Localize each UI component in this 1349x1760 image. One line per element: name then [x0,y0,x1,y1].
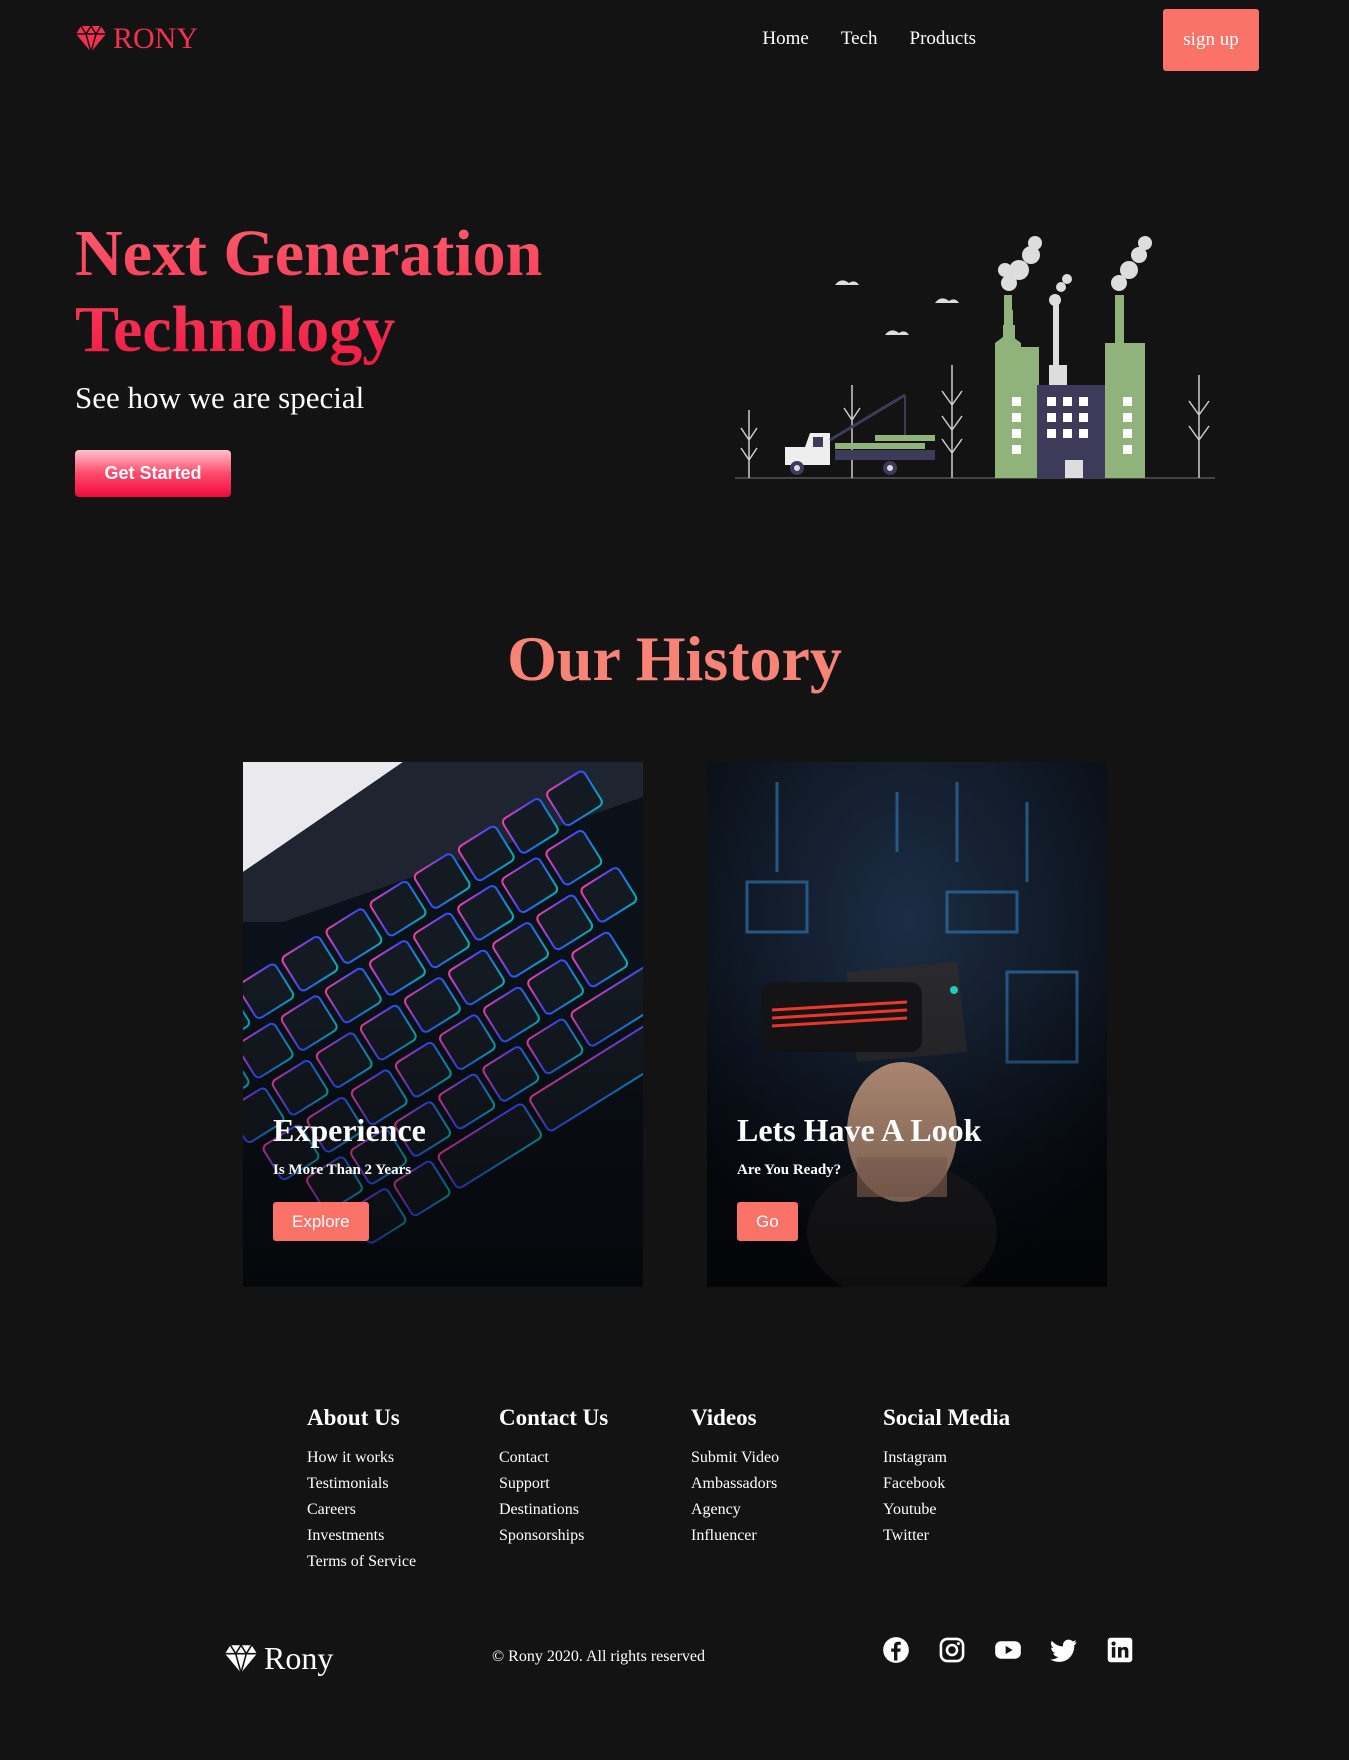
footer-brand-logo[interactable]: Rony [224,1640,333,1677]
hero-title: Next Generation Technology [75,216,635,368]
footer-link[interactable]: Testimonials [307,1471,497,1497]
brand-logo[interactable]: RONY [75,22,198,56]
nav-links: Home Tech Products [762,28,976,50]
twitter-icon[interactable] [1050,1636,1078,1664]
card-title: Lets Have A Look [737,1112,982,1148]
social-icons [882,1636,1134,1664]
diamond-icon [225,1643,257,1674]
navbar: RONY Home Tech Products sign up [0,0,1349,80]
hero-title-line-1: Next Generation [75,217,543,290]
footer-link[interactable]: Submit Video [691,1445,881,1471]
footer-link[interactable]: Ambassadors [691,1471,881,1497]
card-subtitle: Are You Ready? [737,1162,842,1178]
go-button[interactable]: Go [737,1202,798,1241]
instagram-icon[interactable] [938,1636,966,1664]
card-subtitle: Is More Than 2 Years [273,1162,412,1178]
hero-subtitle: See how we are special [75,380,365,415]
footer-heading: Videos [691,1405,757,1430]
footer-link[interactable]: Youtube [883,1497,1073,1523]
brand-name: RONY [113,22,199,55]
footer-column-about: About Us How it works Testimonials Caree… [307,1405,497,1575]
footer-link[interactable]: Agency [691,1497,881,1523]
footer-link[interactable]: Influencer [691,1523,881,1549]
copyright-text: © Rony 2020. All rights reserved [492,1648,706,1665]
footer-link[interactable]: Terms of Service [307,1549,497,1575]
factory-illustration [735,236,1215,479]
footer-link[interactable]: Twitter [883,1523,1073,1549]
footer-link[interactable]: Destinations [499,1497,689,1523]
footer-link[interactable]: Sponsorships [499,1523,689,1549]
footer-brand-name: Rony [264,1640,334,1676]
get-started-button[interactable]: Get Started [75,450,231,497]
footer-link[interactable]: Careers [307,1497,497,1523]
diamond-icon [76,25,106,53]
footer-link[interactable]: Instagram [883,1445,1073,1471]
footer-heading: About Us [307,1405,400,1430]
footer-heading: Contact Us [499,1405,609,1430]
footer-link[interactable]: Support [499,1471,689,1497]
footer-link[interactable]: Facebook [883,1471,1073,1497]
footer-link[interactable]: Contact [499,1445,689,1471]
signup-button[interactable]: sign up [1163,9,1259,71]
hero-title-line-2: Technology [75,293,396,366]
linkedin-icon[interactable] [1106,1636,1134,1664]
history-card-experience: Experience Is More Than 2 Years Explore [243,762,643,1287]
history-card-look: Lets Have A Look Are You Ready? Go [707,762,1107,1287]
footer-link[interactable]: How it works [307,1445,497,1471]
history-title: Our History [507,623,842,694]
card-title: Experience [273,1112,426,1148]
explore-button[interactable]: Explore [273,1202,369,1241]
nav-link-tech[interactable]: Tech [841,28,878,50]
nav-link-home[interactable]: Home [762,28,808,50]
facebook-icon[interactable] [882,1636,910,1664]
footer-heading: Social Media [883,1405,1011,1430]
nav-link-products[interactable]: Products [910,28,977,50]
footer-column-social: Social Media Instagram Facebook Youtube … [883,1405,1073,1549]
footer-link[interactable]: Investments [307,1523,497,1549]
youtube-icon[interactable] [994,1636,1022,1664]
footer-column-contact: Contact Us Contact Support Destinations … [499,1405,689,1549]
footer-column-videos: Videos Submit Video Ambassadors Agency I… [691,1405,881,1549]
